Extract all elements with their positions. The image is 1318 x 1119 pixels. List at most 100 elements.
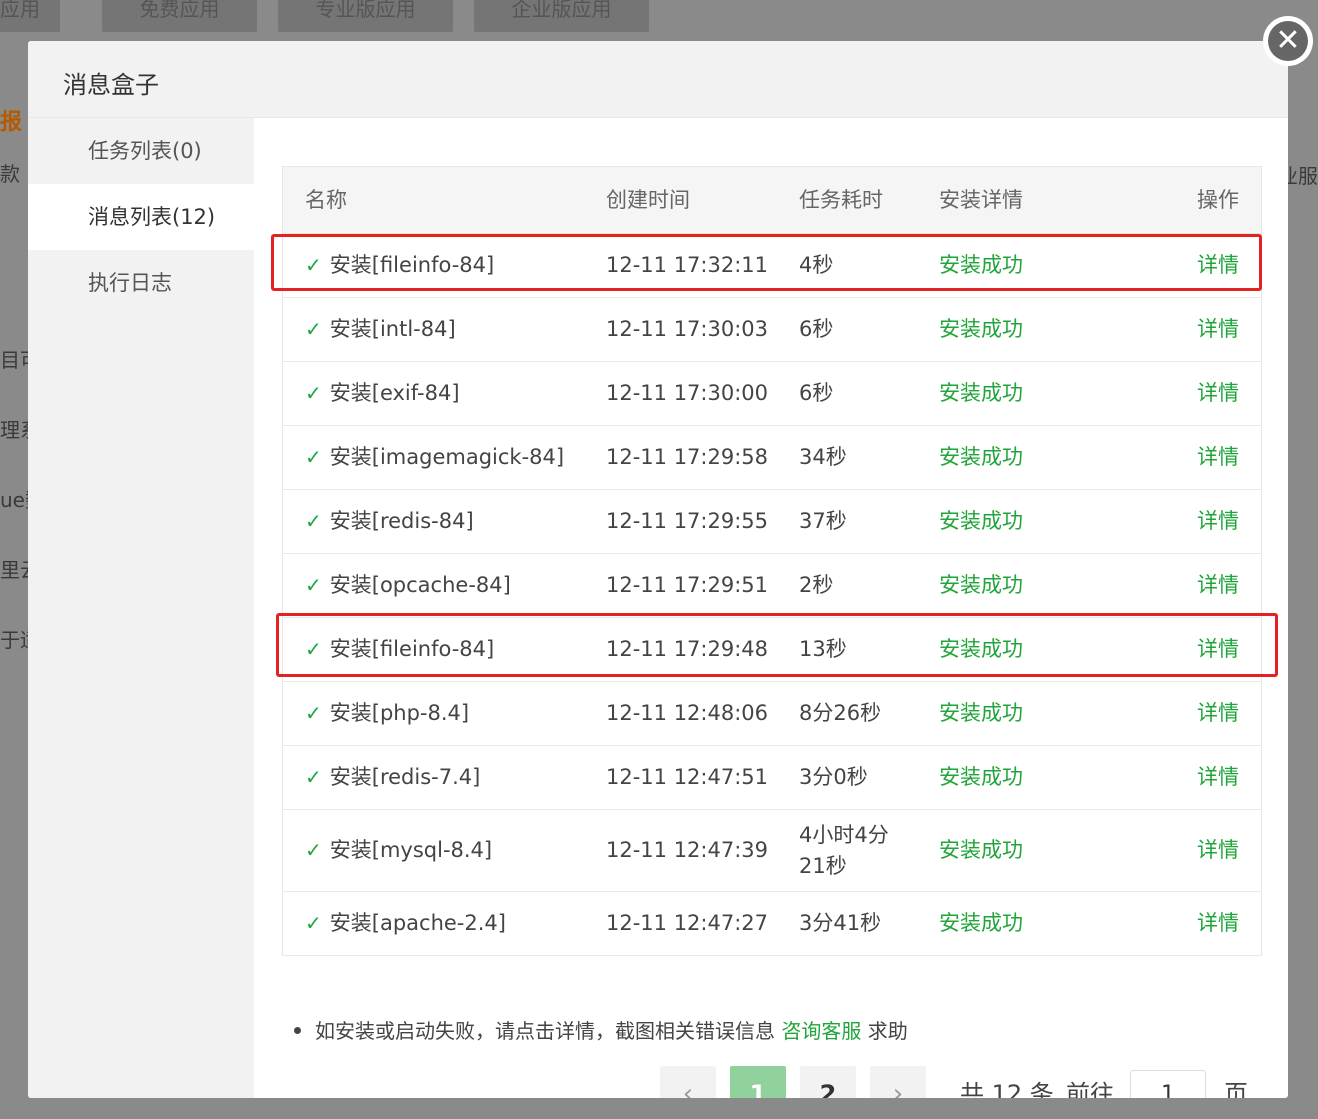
row-duration: 6秒 <box>799 381 834 405</box>
total-count: 共 12 条 <box>960 1080 1054 1098</box>
row-name: 安装[redis-7.4] <box>329 765 481 789</box>
help-tip-text: 如安装或启动失败，请点击详情，截图相关错误信息 <box>315 1019 775 1043</box>
row-name: 安装[redis-84] <box>329 509 474 533</box>
close-button[interactable]: ✕ <box>1263 16 1313 66</box>
table-row: ✓ 安装[opcache-84] 12-11 17:29:51 2秒 安装成功 详… <box>283 554 1261 618</box>
row-created: 12-11 17:30:03 <box>606 317 769 341</box>
help-tip-suffix: 求助 <box>867 1019 908 1043</box>
bg-tab: 免费应用 <box>102 0 257 32</box>
row-duration-line: 4小时4分 <box>799 823 889 847</box>
bg-fragment: 款 <box>0 162 20 186</box>
header-status: 安装详情 <box>939 188 1023 212</box>
row-created: 12-11 17:29:51 <box>606 573 769 597</box>
table-row: ✓ 安装[imagemagick-84] 12-11 17:29:58 34秒 安… <box>283 426 1261 490</box>
row-duration: 6秒 <box>799 317 834 341</box>
row-created: 12-11 17:30:00 <box>606 381 769 405</box>
row-duration: 4小时4分 21秒 <box>799 820 889 882</box>
bg-tab: 专业版应用 <box>278 0 453 32</box>
help-tip: 如安装或启动失败，请点击详情，截图相关错误信息 咨询客服 求助 <box>294 1015 908 1044</box>
row-status: 安装成功 <box>939 509 1023 533</box>
details-link[interactable]: 详情 <box>1197 746 1239 809</box>
row-name: 安装[mysql-8.4] <box>329 838 493 862</box>
bullet-icon <box>294 1027 301 1034</box>
table-row: ✓ 安装[intl-84] 12-11 17:30:03 6秒 安装成功 详情 <box>283 298 1261 362</box>
modal-sidebar: 任务列表(0) 消息列表(12) 执行日志 <box>28 118 254 1098</box>
details-link[interactable]: 详情 <box>1197 362 1239 425</box>
row-created: 12-11 12:48:06 <box>606 701 769 725</box>
row-status: 安装成功 <box>939 445 1023 469</box>
row-status: 安装成功 <box>939 317 1023 341</box>
details-link[interactable]: 详情 <box>1197 298 1239 361</box>
row-duration: 3分0秒 <box>799 765 868 789</box>
page-unit-label: 页 <box>1224 1080 1248 1098</box>
row-name: 安装[imagemagick-84] <box>329 445 565 469</box>
details-link[interactable]: 详情 <box>1197 810 1239 891</box>
header-duration: 任务耗时 <box>799 188 883 212</box>
row-created: 12-11 12:47:51 <box>606 765 769 789</box>
table-row: ✓ 安装[mysql-8.4] 12-11 12:47:39 4小时4分 21秒 … <box>283 810 1261 892</box>
table-row: ✓ 安装[apache-2.4] 12-11 12:47:27 3分41秒 安装成… <box>283 892 1261 956</box>
row-duration: 3分41秒 <box>799 911 882 935</box>
table-row: ✓ 安装[php-8.4] 12-11 12:48:06 8分26秒 安装成功 详… <box>283 682 1261 746</box>
page-button-2[interactable]: 2 <box>800 1066 856 1098</box>
row-status: 安装成功 <box>939 381 1023 405</box>
close-icon: ✕ <box>1268 21 1308 61</box>
row-name: 安装[opcache-84] <box>329 573 511 597</box>
goto-label: 前往 <box>1066 1080 1114 1098</box>
check-icon: ✓ <box>305 573 322 597</box>
row-status: 安装成功 <box>939 701 1023 725</box>
row-created: 12-11 12:47:39 <box>606 838 769 862</box>
goto-page-input[interactable] <box>1130 1070 1206 1098</box>
row-status: 安装成功 <box>939 765 1023 789</box>
check-icon: ✓ <box>305 911 322 935</box>
details-link[interactable]: 详情 <box>1197 554 1239 617</box>
row-created: 12-11 12:47:27 <box>606 911 769 935</box>
row-name: 安装[php-8.4] <box>329 701 470 725</box>
header-created: 创建时间 <box>606 188 690 212</box>
bg-tab: 企业版应用 <box>474 0 649 32</box>
check-icon: ✓ <box>305 701 322 725</box>
details-link[interactable]: 详情 <box>1197 682 1239 745</box>
details-link[interactable]: 详情 <box>1197 490 1239 553</box>
row-duration: 8分26秒 <box>799 701 882 725</box>
prev-page-button[interactable]: ‹ <box>660 1066 716 1098</box>
row-name: 安装[exif-84] <box>329 381 460 405</box>
sidebar-item-task-list[interactable]: 任务列表(0) <box>28 118 254 184</box>
details-link[interactable]: 详情 <box>1197 426 1239 489</box>
contact-support-link[interactable]: 咨询客服 <box>781 1019 861 1043</box>
modal-header: 消息盒子 <box>28 41 1288 118</box>
header-op: 操作 <box>1197 188 1239 212</box>
check-icon: ✓ <box>305 445 322 469</box>
modal-title: 消息盒子 <box>63 71 159 99</box>
check-icon: ✓ <box>305 509 322 533</box>
row-duration: 34秒 <box>799 445 847 469</box>
row-name: 安装[apache-2.4] <box>329 911 506 935</box>
table-row: ✓ 安装[redis-84] 12-11 17:29:55 37秒 安装成功 详情 <box>283 490 1261 554</box>
table-header: 名称 创建时间 任务耗时 安装详情 操作 <box>283 167 1261 234</box>
background-tabs: 应用 免费应用 专业版应用 企业版应用 <box>0 0 1318 34</box>
row-created: 12-11 17:29:58 <box>606 445 769 469</box>
row-status: 安装成功 <box>939 573 1023 597</box>
details-link[interactable]: 详情 <box>1197 892 1239 955</box>
row-duration: 37秒 <box>799 509 847 533</box>
row-duration: 2秒 <box>799 573 834 597</box>
next-page-button[interactable]: › <box>870 1066 926 1098</box>
row-status: 安装成功 <box>939 838 1023 862</box>
row-status: 安装成功 <box>939 911 1023 935</box>
row-created: 12-11 17:29:55 <box>606 509 769 533</box>
sidebar-item-exec-log[interactable]: 执行日志 <box>28 250 254 316</box>
check-icon: ✓ <box>305 765 322 789</box>
table-row: ✓ 安装[redis-7.4] 12-11 12:47:51 3分0秒 安装成功 … <box>283 746 1261 810</box>
message-box-modal: 消息盒子 任务列表(0) 消息列表(12) 执行日志 名称 创建时间 任务耗时 … <box>28 41 1288 1098</box>
check-icon: ✓ <box>305 381 322 405</box>
bg-fragment: 报 <box>0 110 23 135</box>
bg-tab: 应用 <box>0 0 60 32</box>
highlight-box <box>271 234 1262 291</box>
check-icon: ✓ <box>305 317 322 341</box>
row-name: 安装[intl-84] <box>329 317 456 341</box>
sidebar-item-message-list[interactable]: 消息列表(12) <box>28 184 254 250</box>
row-duration-line: 21秒 <box>799 854 847 878</box>
page-button-1[interactable]: 1 <box>730 1066 786 1098</box>
table-row: ✓ 安装[exif-84] 12-11 17:30:00 6秒 安装成功 详情 <box>283 362 1261 426</box>
header-name: 名称 <box>305 188 347 212</box>
